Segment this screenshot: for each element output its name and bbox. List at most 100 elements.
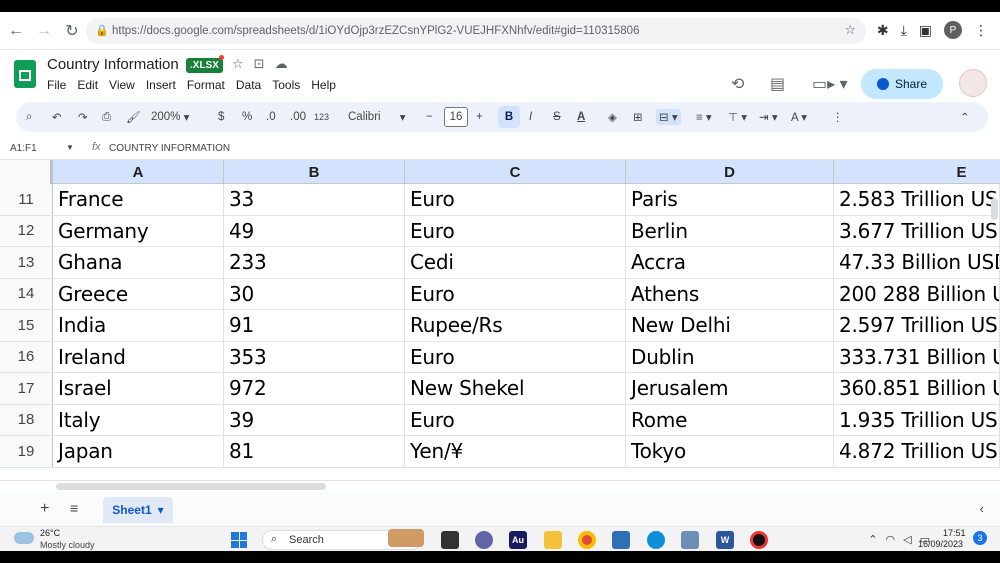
grid-cell[interactable]: New Shekel [405,373,626,404]
increase-decimal-button[interactable]: .00 [290,109,306,125]
document-title[interactable]: Country Information [47,56,179,73]
italic-button[interactable]: I [529,109,532,125]
grid-cell[interactable]: India [53,310,224,341]
store-icon[interactable] [612,531,630,549]
horizontal-scrollbar[interactable] [56,483,326,490]
grid-cell[interactable]: 2.597 Trillion US [834,310,1000,341]
text-rotation-icon[interactable]: A ▾ [791,109,807,125]
audition-app-icon[interactable]: Au [509,531,527,549]
account-avatar[interactable] [959,69,987,97]
grid-cell[interactable]: Euro [405,278,626,309]
grid-cell[interactable]: Accra [626,247,834,278]
grid-cell[interactable]: 360.851 Billion U [834,373,1000,404]
row-header[interactable]: 16 [0,341,53,372]
show-hidden-icons[interactable]: ⌃ [868,533,877,546]
zoom-select[interactable]: 200% ▾ [151,109,189,125]
currency-format-button[interactable]: $ [218,109,224,125]
comments-icon[interactable]: ▤ [770,74,785,94]
menu-view[interactable]: View [109,78,135,92]
column-header-d[interactable]: D [626,160,834,184]
formula-input[interactable]: COUNTRY INFORMATION [109,143,230,154]
merge-cells-icon[interactable]: ⊟ ▾ [656,109,681,125]
forward-icon[interactable]: → [32,19,56,43]
reload-icon[interactable]: ↻ [60,19,84,43]
font-size-decrease-button[interactable]: − [426,109,433,125]
all-sheets-icon[interactable]: ≡ [70,500,78,516]
bookmark-star-icon[interactable]: ☆ [844,22,856,38]
clock-time[interactable]: 17:51 [943,528,966,538]
grid-cell[interactable]: Ghana [53,247,224,278]
share-button[interactable]: Share [861,69,943,99]
sidepanel-icon[interactable]: ▣ [919,22,932,39]
name-box[interactable]: A1:F1 [10,143,37,154]
add-sheet-icon[interactable]: + [40,500,49,518]
grid-cell[interactable]: Ireland [53,341,224,372]
borders-icon[interactable]: ⊞ [633,109,643,125]
edge-icon[interactable] [647,531,665,549]
undo-icon[interactable]: ↶ [52,109,62,125]
grid-cell[interactable]: 200 288 Billion U [834,278,1000,309]
grid-cell[interactable]: Dublin [626,341,834,372]
menu-tools[interactable]: Tools [272,78,300,92]
grid-cell[interactable]: New Delhi [626,310,834,341]
grid-cell[interactable]: Berlin [626,215,834,246]
move-folder-icon[interactable]: ⊡ [254,56,265,72]
wifi-icon[interactable]: ◠ [886,533,896,546]
grid-cell[interactable]: 91 [224,310,405,341]
column-header-c[interactable]: C [405,160,626,184]
grid-cell[interactable]: Euro [405,184,626,215]
row-header[interactable]: 12 [0,215,53,246]
grid-cell[interactable]: Yen/¥ [405,436,626,467]
column-header-e[interactable]: E [834,160,1000,184]
grid-cell[interactable]: Tokyo [626,436,834,467]
grid-cell[interactable]: 333.731 Billion U [834,341,1000,372]
grid-cell[interactable]: 39 [224,404,405,435]
column-header-a[interactable]: A [53,160,224,184]
version-history-icon[interactable]: ⟲ [731,74,744,94]
grid-cell[interactable]: 81 [224,436,405,467]
menu-file[interactable]: File [47,78,66,92]
number-format-button[interactable]: 123 [314,109,329,125]
address-bar[interactable]: 🔒 https://docs.google.com/spreadsheets/d… [86,18,866,44]
redo-icon[interactable]: ↷ [78,109,88,125]
grid-cell[interactable]: France [53,184,224,215]
row-header[interactable]: 15 [0,310,53,341]
font-size-increase-button[interactable]: + [476,109,483,125]
weather-cloud-icon[interactable] [14,532,34,544]
grid-cell[interactable]: 233 [224,247,405,278]
column-header-b[interactable]: B [224,160,405,184]
name-box-dropdown-icon[interactable]: ▼ [66,143,74,152]
task-view-icon[interactable] [441,531,459,549]
strikethrough-button[interactable]: S [553,109,561,125]
grid-cell[interactable]: 2.583 Trillion US [834,184,1000,215]
clock-date[interactable]: 16/09/2023 [918,539,963,549]
chrome-icon[interactable] [578,531,596,549]
print-icon[interactable]: ⎙ [102,109,111,125]
volume-icon[interactable]: ◁ [903,533,911,546]
grid-cell[interactable]: Israel [53,373,224,404]
back-icon[interactable]: ← [4,19,28,43]
row-header[interactable]: 17 [0,373,53,404]
menu-edit[interactable]: Edit [77,78,98,92]
record-app-icon[interactable] [750,531,768,549]
download-icon[interactable]: ⤓ [901,22,907,39]
collapse-menu-icon[interactable]: ⌃ [960,109,970,125]
grid-cell[interactable]: 30 [224,278,405,309]
notification-badge[interactable]: 3 [973,531,987,545]
decrease-decimal-button[interactable]: .0 [266,109,276,125]
search-menus-icon[interactable]: ⌕ [26,109,32,125]
grid-cell[interactable]: 47.33 Billion USD [834,247,1000,278]
grid-cell[interactable]: 4.872 Trillion US [834,436,1000,467]
chat-app-icon[interactable] [475,531,493,549]
grid-cell[interactable]: Japan [53,436,224,467]
grid-cell[interactable]: 33 [224,184,405,215]
file-explorer-icon[interactable] [544,531,562,549]
grid-cell[interactable]: Paris [626,184,834,215]
vertical-scrollbar[interactable] [991,198,998,220]
bold-button[interactable]: B [498,106,520,128]
meet-icon[interactable]: ▭▸ ▾ [812,74,848,94]
horizontal-align-icon[interactable]: ≡ ▾ [696,109,712,125]
fill-color-icon[interactable]: ◈ [608,109,617,125]
grid-cell[interactable]: Rupee/Rs [405,310,626,341]
browser-menu-icon[interactable]: ⋮ [974,22,988,39]
